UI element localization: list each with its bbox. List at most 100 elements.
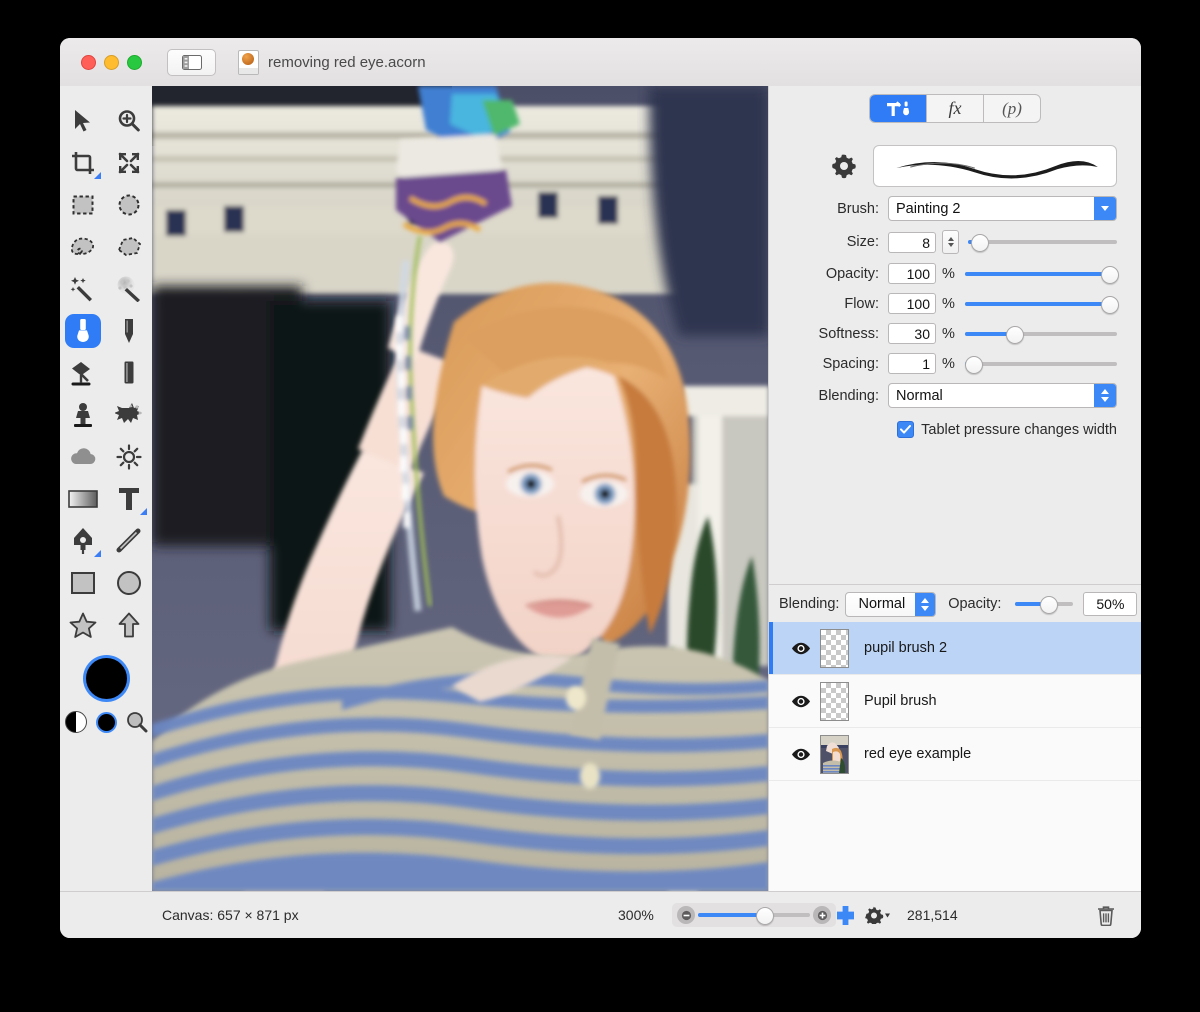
tab-filters[interactable]: fx <box>927 95 984 122</box>
crop-tool[interactable] <box>60 142 106 184</box>
move-tool[interactable] <box>60 100 106 142</box>
zoom-slider-knob[interactable] <box>756 907 775 925</box>
smudge-tool[interactable] <box>106 394 152 436</box>
zoom-in-button[interactable] <box>813 906 831 924</box>
blur-tool[interactable] <box>60 436 106 478</box>
softness-input[interactable]: 30 <box>888 323 936 344</box>
arrow-shape-tool[interactable] <box>106 604 152 646</box>
spacing-slider-knob[interactable] <box>965 355 983 374</box>
brush-blending-select[interactable]: Normal <box>888 383 1117 408</box>
opacity-slider[interactable] <box>965 265 1119 284</box>
bucket-fill-tool[interactable] <box>60 352 106 394</box>
layer-name[interactable]: red eye example <box>864 746 971 762</box>
tablet-pressure-label: Tablet pressure changes width <box>921 421 1117 438</box>
close-button[interactable] <box>81 54 96 70</box>
layer-row-pupil-brush[interactable]: Pupil brush <box>769 675 1141 728</box>
zoom-out-button[interactable] <box>677 906 695 924</box>
gear-icon[interactable] <box>831 153 857 179</box>
layer-opacity-slider[interactable] <box>1015 595 1074 614</box>
layer-visibility-toggle[interactable] <box>790 748 812 761</box>
polygon-select-tool[interactable] <box>106 226 152 268</box>
line-tool[interactable] <box>106 520 152 562</box>
spacing-row: Spacing: 1 % <box>769 353 1117 374</box>
layer-opacity-knob[interactable] <box>1039 596 1058 614</box>
tablet-pressure-checkbox[interactable] <box>897 421 915 438</box>
tab-tools[interactable] <box>870 95 927 122</box>
opacity-slider-knob[interactable] <box>1101 265 1119 284</box>
layer-row-red-eye-example[interactable]: red eye example <box>769 728 1141 781</box>
brush-blending-arrow[interactable] <box>1094 384 1116 407</box>
background-color-swatch[interactable] <box>97 713 115 731</box>
zoom-button[interactable] <box>127 54 142 70</box>
size-input[interactable]: 8 <box>888 231 936 253</box>
gradient-tool[interactable] <box>60 478 106 520</box>
lasso-select-tool[interactable] <box>60 226 106 268</box>
paintbrush-tool[interactable] <box>60 310 106 352</box>
document-name[interactable]: removing red eye.acorn <box>268 54 426 71</box>
rectangle-shape-tool[interactable] <box>60 562 106 604</box>
transform-tool[interactable] <box>106 142 152 184</box>
brush-stroke-path <box>896 160 1098 179</box>
brush-stroke-preview[interactable] <box>873 145 1117 187</box>
marquee-ellipse-icon <box>118 194 140 216</box>
foreground-color-swatch[interactable] <box>85 658 127 699</box>
size-slider[interactable] <box>968 233 1117 252</box>
layer-name[interactable]: Pupil brush <box>864 693 937 709</box>
size-stepper[interactable] <box>942 230 959 254</box>
text-tool[interactable] <box>106 478 152 520</box>
zoom-tool[interactable] <box>106 100 152 142</box>
clone-stamp-tool[interactable] <box>60 394 106 436</box>
tab-palettes[interactable]: (p) <box>984 95 1040 122</box>
zoom-slider[interactable] <box>698 907 810 925</box>
ellipse-shape-tool[interactable] <box>106 562 152 604</box>
flow-slider-knob[interactable] <box>1101 295 1119 314</box>
elliptical-select-tool[interactable] <box>106 184 152 226</box>
smudge-splat-icon <box>115 403 142 423</box>
default-colors-swatch[interactable] <box>64 711 87 733</box>
bezier-pen-tool[interactable] <box>60 520 106 562</box>
pencil-tool[interactable] <box>106 310 152 352</box>
gear-dropdown-icon[interactable] <box>865 906 891 924</box>
layer-blending-arrow[interactable] <box>915 592 936 616</box>
flow-input[interactable]: 100 <box>888 293 936 314</box>
tablet-pressure-row[interactable]: Tablet pressure changes width <box>769 421 1117 438</box>
sidebar-toggle-button[interactable] <box>167 48 216 76</box>
rectangular-select-tool[interactable] <box>60 184 106 226</box>
zoom-level-label: 300% <box>618 907 654 923</box>
layer-name[interactable]: pupil brush 2 <box>864 640 947 656</box>
star-icon <box>69 612 97 638</box>
minimize-button[interactable] <box>104 54 119 70</box>
layer-row-pupil-brush-2[interactable]: pupil brush 2 <box>769 622 1141 675</box>
add-layer-plus-icon[interactable] <box>835 905 856 926</box>
layers-toolbar: Blending: Normal Opacity: 50% <box>769 584 1141 623</box>
lasso-icon <box>70 237 94 255</box>
instant-alpha-tool[interactable] <box>106 268 152 310</box>
brush-select-arrow[interactable] <box>1094 197 1116 220</box>
eraser-tool[interactable] <box>106 352 152 394</box>
pencil-icon <box>125 319 133 343</box>
layer-thumbnail[interactable] <box>820 681 849 721</box>
size-slider-knob[interactable] <box>970 234 989 252</box>
layer-visibility-toggle[interactable] <box>790 642 812 655</box>
layer-thumbnail[interactable] <box>820 628 849 668</box>
trash-icon[interactable] <box>1097 905 1115 926</box>
flow-slider[interactable] <box>965 295 1119 314</box>
brush-select[interactable]: Painting 2 <box>888 196 1117 221</box>
layer-visibility-toggle[interactable] <box>790 695 812 708</box>
softness-slider[interactable] <box>965 325 1117 344</box>
opacity-input[interactable]: 100 <box>888 263 936 284</box>
softness-unit: % <box>942 325 955 342</box>
softness-slider-knob[interactable] <box>1006 325 1025 344</box>
magic-wand-tool[interactable] <box>60 268 106 310</box>
layer-blending-label: Blending: <box>779 596 840 612</box>
dodge-burn-tool[interactable] <box>106 436 152 478</box>
layer-thumbnail[interactable] <box>820 734 849 774</box>
layer-opacity-value[interactable]: 50% <box>1083 592 1138 616</box>
canvas-area[interactable] <box>152 86 769 891</box>
spacing-input[interactable]: 1 <box>888 353 936 374</box>
star-shape-tool[interactable] <box>60 604 106 646</box>
brush-blending-row: Blending: Normal <box>769 383 1117 408</box>
spacing-slider[interactable] <box>965 355 1117 374</box>
color-picker-magnifier-icon[interactable] <box>126 711 148 733</box>
layer-blending-select[interactable]: Normal <box>845 591 937 617</box>
